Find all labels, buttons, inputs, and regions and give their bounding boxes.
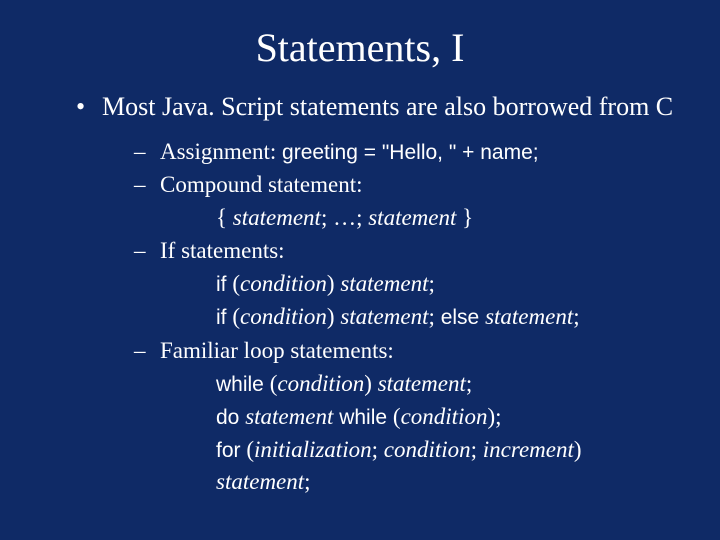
paren-open: ( bbox=[246, 437, 254, 462]
paren-open: ( bbox=[232, 271, 240, 296]
semi: ; bbox=[304, 469, 310, 494]
paren-close: ) bbox=[364, 371, 377, 396]
assignment-label: Assignment: bbox=[160, 139, 282, 164]
do-cond: condition bbox=[401, 404, 488, 429]
compound-semi2: ; bbox=[356, 205, 368, 230]
paren-close: ) bbox=[327, 271, 340, 296]
if-stmt: statement bbox=[340, 304, 428, 329]
if-body-2: if (condition) statement; else statement… bbox=[40, 301, 680, 332]
paren-close: ) bbox=[327, 304, 340, 329]
assignment-code: greeting = "Hello, " + name; bbox=[282, 141, 539, 164]
sub-compound: –Compound statement: bbox=[40, 169, 680, 200]
if-label: If statements: bbox=[160, 238, 285, 263]
dash-icon: – bbox=[134, 169, 160, 200]
if-stmt: statement bbox=[340, 271, 428, 296]
semi: ; bbox=[466, 371, 472, 396]
bullet-main: •Most Java. Script statements are also b… bbox=[40, 91, 680, 124]
slide-title: Statements, I bbox=[40, 24, 680, 71]
kw-for: for bbox=[216, 439, 246, 462]
sub-if: –If statements: bbox=[40, 235, 680, 266]
kw-if: if bbox=[216, 306, 232, 329]
paren-open: ( bbox=[232, 304, 240, 329]
kw-while2: while bbox=[333, 406, 393, 429]
dash-icon: – bbox=[134, 335, 160, 366]
semi: ; bbox=[428, 271, 434, 296]
compound-semi1: ; bbox=[321, 205, 333, 230]
paren-close-semi: ); bbox=[487, 404, 501, 429]
sep2: ; bbox=[471, 437, 483, 462]
kw-else: else bbox=[435, 306, 485, 329]
compound-ellipsis: … bbox=[333, 205, 356, 230]
dash-icon: – bbox=[134, 136, 160, 167]
dash-icon: – bbox=[134, 235, 160, 266]
compound-stmt2: statement bbox=[368, 205, 456, 230]
compound-stmt1: statement bbox=[233, 205, 321, 230]
kw-if: if bbox=[216, 273, 232, 296]
sub-loop: –Familiar loop statements: bbox=[40, 335, 680, 366]
if-cond: condition bbox=[240, 271, 327, 296]
for-inc: increment bbox=[483, 437, 574, 462]
else-stmt: statement bbox=[485, 304, 573, 329]
kw-while: while bbox=[216, 373, 270, 396]
kw-do: do bbox=[216, 406, 245, 429]
loop-label: Familiar loop statements: bbox=[160, 338, 394, 363]
do-while-body: do statement while (condition); bbox=[40, 401, 680, 432]
if-body-1: if (condition) statement; bbox=[40, 268, 680, 299]
do-stmt: statement bbox=[245, 404, 333, 429]
paren-open: ( bbox=[393, 404, 401, 429]
brace-open: { bbox=[216, 205, 233, 230]
paren-close: ) bbox=[574, 437, 582, 462]
for-init: initialization bbox=[254, 437, 372, 462]
slide: Statements, I •Most Java. Script stateme… bbox=[0, 0, 720, 540]
semi: ; bbox=[573, 304, 579, 329]
compound-label: Compound statement: bbox=[160, 172, 363, 197]
while-cond: condition bbox=[277, 371, 364, 396]
while-stmt: statement bbox=[378, 371, 466, 396]
compound-body: { statement; …; statement } bbox=[40, 202, 680, 233]
if-cond: condition bbox=[240, 304, 327, 329]
while-body: while (condition) statement; bbox=[40, 368, 680, 399]
for-stmt: statement bbox=[216, 469, 304, 494]
brace-close: } bbox=[456, 205, 473, 230]
for-body: for (initialization; condition; incremen… bbox=[40, 434, 680, 496]
bullet-main-text: Most Java. Script statements are also bo… bbox=[102, 92, 673, 121]
bullet-dot-icon: • bbox=[76, 91, 102, 124]
for-cond: condition bbox=[384, 437, 471, 462]
sep1: ; bbox=[372, 437, 384, 462]
sub-assignment: –Assignment: greeting = "Hello, " + name… bbox=[40, 136, 680, 167]
